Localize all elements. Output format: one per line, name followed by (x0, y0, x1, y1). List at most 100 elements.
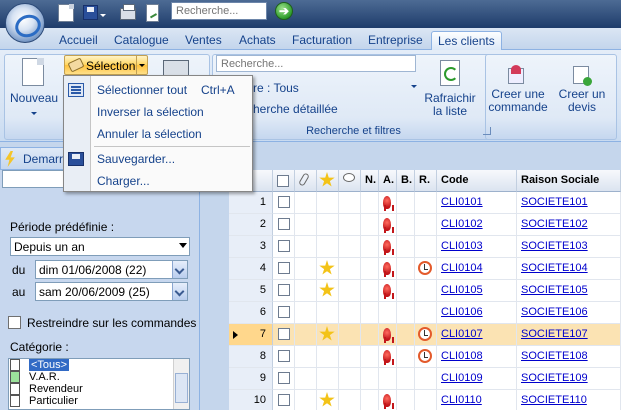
row-checkbox[interactable] (278, 350, 290, 362)
tab-facturation[interactable]: Facturation (286, 31, 358, 50)
raison-sociale-link[interactable]: SOCIETE107 (521, 328, 588, 340)
favorite-cell[interactable] (317, 368, 339, 390)
raison-sociale-link[interactable]: SOCIETE108 (521, 350, 588, 362)
tab-ventes[interactable]: Ventes (179, 31, 228, 50)
raison-sociale-cell[interactable]: SOCIETE108 (517, 346, 621, 368)
table-row[interactable]: 2 CLI0102 SOCIETE102 (229, 214, 621, 236)
client-code-link[interactable]: CLI0107 (441, 328, 483, 340)
column-header-favorite[interactable] (317, 170, 339, 192)
favorite-cell[interactable] (317, 258, 339, 280)
print-icon[interactable] (163, 60, 189, 76)
table-row[interactable]: 5 CLI0105 SOCIETE105 (229, 280, 621, 302)
create-quote-button[interactable]: Creer un devis (556, 88, 608, 114)
column-header-checkbox[interactable] (273, 170, 295, 192)
chevron-down-icon[interactable] (100, 14, 106, 17)
raison-sociale-link[interactable]: SOCIETE103 (521, 240, 588, 252)
refresh-list-button[interactable]: Rafraichir la liste (422, 92, 478, 118)
row-checkbox-cell[interactable] (273, 346, 295, 368)
column-header-a[interactable]: A. (379, 170, 397, 192)
selection-dropdown-arrow[interactable] (136, 56, 147, 74)
row-checkbox[interactable] (278, 240, 290, 252)
menu-item-cancel-selection[interactable]: Annuler la sélection (64, 124, 252, 144)
list-item[interactable]: Revendeur (9, 383, 173, 395)
raison-sociale-cell[interactable]: SOCIETE102 (517, 214, 621, 236)
column-header-n[interactable]: N. (361, 170, 379, 192)
column-header-attachment[interactable] (295, 170, 317, 192)
menu-item-invert-selection[interactable]: Inverser la sélection (64, 102, 252, 122)
tab-les-clients[interactable]: Les clients (431, 31, 502, 50)
raison-sociale-cell[interactable]: SOCIETE107 (517, 324, 621, 346)
raison-sociale-link[interactable]: SOCIETE101 (521, 196, 588, 208)
list-item[interactable]: <Tous> (9, 359, 173, 371)
client-code-link[interactable]: CLI0102 (441, 218, 483, 230)
category-scrollbar[interactable] (173, 359, 189, 409)
row-checkbox[interactable] (278, 372, 290, 384)
date-from-picker[interactable]: dim 01/06/2008 (22) (35, 260, 188, 279)
filter-category-label[interactable]: re : Tous (253, 81, 299, 95)
client-code-link[interactable]: CLI0105 (441, 284, 483, 296)
code-cell[interactable]: CLI0110 (437, 390, 517, 410)
row-number[interactable]: 4 (229, 258, 273, 280)
table-row[interactable]: 7 CLI0107 SOCIETE107 (229, 324, 621, 346)
row-number[interactable]: 9 (229, 368, 273, 390)
table-row[interactable]: 8 CLI0108 SOCIETE108 (229, 346, 621, 368)
chevron-down-icon[interactable] (172, 261, 187, 278)
new-document-icon[interactable] (58, 4, 74, 22)
menu-item-save[interactable]: Sauvegarder... (64, 149, 252, 169)
print-icon[interactable] (120, 4, 136, 20)
favorite-cell[interactable] (317, 214, 339, 236)
row-number[interactable]: 2 (229, 214, 273, 236)
menu-item-load[interactable]: Charger... (64, 171, 252, 191)
raison-sociale-link[interactable]: SOCIETE106 (521, 306, 588, 318)
row-checkbox-cell[interactable] (273, 324, 295, 346)
table-row[interactable]: 4 CLI0104 SOCIETE104 (229, 258, 621, 280)
code-cell[interactable]: CLI0109 (437, 368, 517, 390)
application-menu-orb[interactable] (5, 3, 45, 43)
code-cell[interactable]: CLI0101 (437, 192, 517, 214)
row-checkbox-cell[interactable] (273, 192, 295, 214)
raison-sociale-cell[interactable]: SOCIETE109 (517, 368, 621, 390)
tab-achats[interactable]: Achats (233, 31, 282, 50)
column-header-r[interactable]: R. (415, 170, 437, 192)
create-order-button[interactable]: Creer une commande (488, 88, 548, 114)
row-checkbox[interactable] (278, 218, 290, 230)
row-number[interactable]: 7 (229, 324, 273, 346)
column-header-code[interactable]: Code (437, 170, 517, 192)
chevron-down-icon[interactable] (172, 283, 187, 300)
code-cell[interactable]: CLI0105 (437, 280, 517, 302)
column-header-b[interactable]: B. (397, 170, 415, 192)
client-code-link[interactable]: CLI0109 (441, 372, 483, 384)
demarrer-button[interactable]: Demarrer (0, 147, 64, 170)
favorite-cell[interactable] (317, 280, 339, 302)
table-row[interactable]: 6 CLI0106 SOCIETE106 (229, 302, 621, 324)
raison-sociale-cell[interactable]: SOCIETE101 (517, 192, 621, 214)
row-checkbox-cell[interactable] (273, 258, 295, 280)
table-row[interactable]: 10 CLI0110 SOCIETE110 (229, 390, 621, 410)
row-number[interactable]: 1 (229, 192, 273, 214)
favorite-cell[interactable] (317, 324, 339, 346)
table-row[interactable]: 9 CLI0109 SOCIETE109 (229, 368, 621, 390)
row-checkbox[interactable] (278, 196, 290, 208)
menu-item-select-all[interactable]: Sélectionner tout Ctrl+A (64, 80, 252, 100)
column-header-raison-sociale[interactable]: Raison Sociale (517, 170, 621, 192)
favorite-cell[interactable] (317, 390, 339, 410)
row-checkbox[interactable] (278, 262, 290, 274)
code-cell[interactable]: CLI0108 (437, 346, 517, 368)
client-code-link[interactable]: CLI0106 (441, 306, 483, 318)
periode-select[interactable]: Depuis un an (10, 237, 190, 256)
select-all-checkbox[interactable] (277, 175, 289, 187)
category-list[interactable]: <Tous> V.A.R. Revendeur Particulier (8, 358, 190, 410)
favorite-cell[interactable] (317, 346, 339, 368)
table-row[interactable]: 1 CLI0101 SOCIETE101 (229, 192, 621, 214)
chevron-down-icon[interactable] (411, 85, 417, 88)
raison-sociale-cell[interactable]: SOCIETE110 (517, 390, 621, 410)
tab-catalogue[interactable]: Catalogue (108, 31, 175, 50)
raison-sociale-link[interactable]: SOCIETE110 (521, 394, 587, 406)
row-checkbox-cell[interactable] (273, 368, 295, 390)
row-checkbox-cell[interactable] (273, 214, 295, 236)
row-number[interactable]: 6 (229, 302, 273, 324)
favorite-cell[interactable] (317, 192, 339, 214)
document-edit-icon[interactable] (146, 4, 159, 22)
row-checkbox-cell[interactable] (273, 390, 295, 410)
raison-sociale-cell[interactable]: SOCIETE104 (517, 258, 621, 280)
